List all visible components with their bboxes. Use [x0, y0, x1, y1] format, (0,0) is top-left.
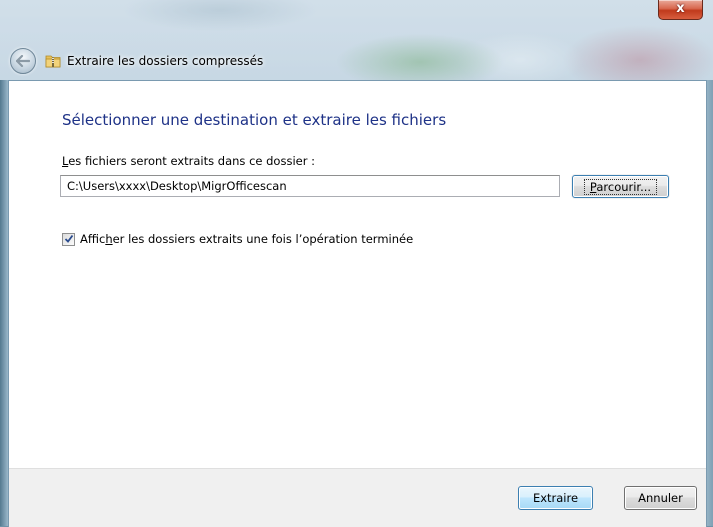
back-arrow-icon: [16, 55, 30, 67]
show-extracted-checkbox[interactable]: [62, 232, 75, 246]
page-title: Sélectionner une destination et extraire…: [62, 111, 447, 129]
back-button[interactable]: [10, 48, 36, 74]
window-title: Extraire les dossiers compressés: [67, 54, 264, 68]
checkbox-label-pre: Affic: [80, 232, 106, 246]
checkbox-label-post: er les dossiers extraits une fois l’opér…: [112, 232, 414, 246]
frame-left-edge: [0, 80, 8, 526]
extract-button[interactable]: Extraire: [518, 486, 593, 510]
title-bar: Extraire les dossiers compressés: [10, 46, 263, 76]
browse-button[interactable]: Parcourir...: [572, 175, 669, 198]
checkbox-label-accelerator: h: [105, 232, 113, 246]
browse-button-label: Parcourir...: [583, 178, 658, 195]
checkmark-icon: [64, 234, 73, 243]
button-bar: Extraire Annuler: [9, 468, 706, 527]
destination-label: Les fichiers seront extraits dans ce dos…: [62, 154, 315, 168]
close-button[interactable]: x: [658, 0, 703, 20]
destination-label-text: es fichiers seront extraits dans ce doss…: [68, 154, 315, 168]
wizard-content: Sélectionner une destination et extraire…: [8, 80, 707, 527]
destination-path-input[interactable]: [60, 175, 560, 197]
zip-folder-icon: [45, 55, 61, 68]
show-extracted-label[interactable]: Afficher les dossiers extraits une fois …: [80, 232, 413, 246]
browse-label-text: arcourir...: [596, 179, 652, 194]
show-extracted-option[interactable]: Afficher les dossiers extraits une fois …: [62, 232, 413, 246]
close-icon: x: [676, 1, 685, 16]
cancel-button[interactable]: Annuler: [624, 486, 697, 510]
